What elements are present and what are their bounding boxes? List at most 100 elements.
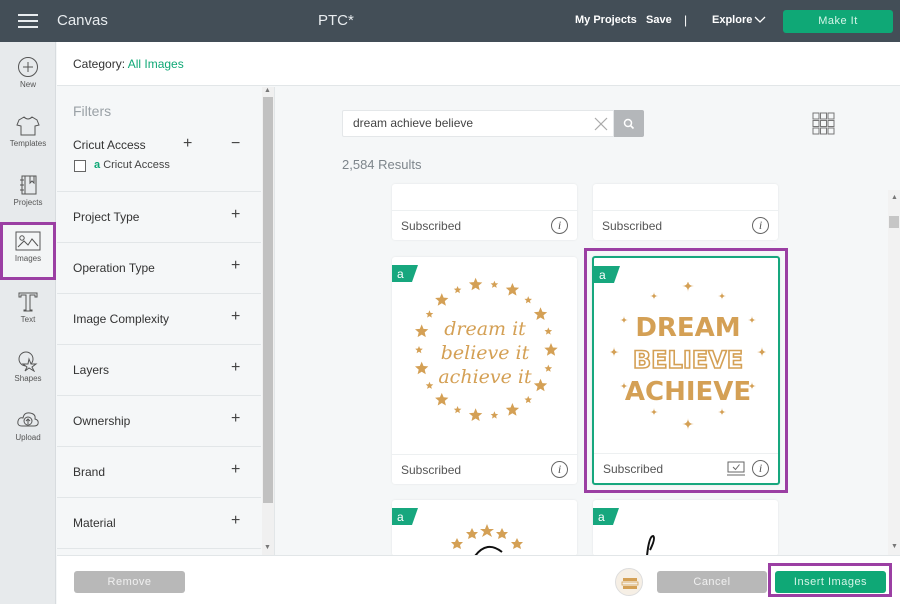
category-bar: Category: All Images	[57, 42, 900, 86]
plus-icon: +	[231, 206, 241, 223]
hamburger-menu-icon[interactable]	[18, 14, 38, 28]
cricut-access-heading: Cricut Access	[73, 138, 146, 152]
stars-script-artwork	[451, 524, 523, 556]
nav-text[interactable]: Text	[0, 283, 56, 341]
cricut-access-badge-icon: a	[593, 508, 619, 525]
selected-image-thumbnail[interactable]	[615, 568, 643, 596]
sparkle-decoration	[757, 347, 766, 357]
card-footer: Subscribed i	[594, 453, 778, 483]
star-decoration	[415, 361, 429, 375]
badge-text: a	[598, 510, 605, 524]
scroll-down-arrow-icon[interactable]: ▼	[891, 543, 898, 550]
image-card-dream-it-believe-it[interactable]: a dream it believe it achieve it Subscri…	[392, 257, 577, 484]
filter-image-complexity[interactable]: Image Complexity +	[57, 294, 261, 345]
category-breadcrumb: Category: All Images	[73, 57, 184, 71]
results-scrollbar-track[interactable]	[888, 190, 900, 555]
sparkle-decoration	[682, 418, 694, 430]
card-status: Subscribed	[401, 219, 462, 233]
sparkle-decoration	[718, 292, 726, 300]
filter-project-type[interactable]: Project Type +	[57, 192, 261, 243]
filters-scrollbar-thumb[interactable]	[263, 97, 273, 503]
image-card[interactable]: Subscribed i	[392, 184, 577, 240]
star-decoration	[425, 310, 434, 318]
chevron-down-icon[interactable]	[753, 14, 767, 24]
cricut-access-collapse-icon[interactable]: −	[231, 135, 240, 153]
filter-ownership[interactable]: Ownership +	[57, 396, 261, 447]
cricut-access-badge-icon: a	[594, 266, 620, 283]
star-decoration	[533, 378, 548, 392]
scroll-down-arrow-icon[interactable]: ▼	[264, 544, 271, 551]
info-icon[interactable]: i	[752, 460, 769, 477]
top-bar: Canvas PTC* My Projects Save | Explore M…	[0, 0, 900, 42]
artwork-line-3: achieve it	[438, 366, 532, 388]
filters-title: Filters	[73, 103, 112, 119]
image-card-dream-believe-achieve[interactable]: a DREAM BELIEVE ACHIEVE Subscribed i	[592, 256, 780, 485]
cricut-access-logo-icon: a	[94, 159, 101, 171]
search-box	[342, 110, 614, 137]
image-card[interactable]: a	[392, 500, 577, 556]
nav-shapes[interactable]: Shapes	[0, 342, 56, 400]
sparkle-decoration	[650, 408, 658, 416]
separator: |	[684, 13, 688, 27]
artwork-line-2: BELIEVE	[633, 346, 743, 374]
save-link[interactable]: Save	[646, 14, 672, 26]
card-footer: Subscribed i	[593, 210, 778, 240]
category-value-link[interactable]: All Images	[128, 57, 184, 71]
scroll-up-arrow-icon[interactable]: ▲	[891, 194, 898, 201]
nav-projects[interactable]: Projects	[0, 166, 56, 224]
cricut-access-checkbox[interactable]	[74, 160, 86, 172]
image-card[interactable]: Subscribed i	[593, 184, 778, 240]
search-input[interactable]	[353, 116, 583, 130]
filter-name: Operation Type	[73, 261, 155, 275]
explore-menu[interactable]: Explore	[712, 14, 752, 26]
dream-it-believe-it-achieve-it-artwork: dream it believe it achieve it	[415, 277, 558, 421]
nav-images[interactable]: Images	[0, 222, 56, 280]
info-icon[interactable]: i	[551, 217, 568, 234]
filter-operation-type[interactable]: Operation Type +	[57, 243, 261, 294]
make-it-button[interactable]: Make It	[783, 10, 893, 33]
sparkle-decoration	[682, 282, 694, 292]
artwork-line-2: believe it	[441, 342, 530, 364]
card-footer: Subscribed i	[392, 454, 577, 484]
plus-icon: +	[231, 512, 241, 529]
filter-material[interactable]: Material +	[57, 498, 261, 549]
star-decoration	[533, 307, 548, 320]
star-decoration	[468, 408, 483, 421]
plus-icon: +	[231, 308, 241, 325]
artwork-line-1: DREAM	[635, 313, 740, 343]
badge-text: a	[397, 510, 404, 524]
preview-checkmark-icon[interactable]	[727, 461, 745, 476]
star-decoration	[415, 324, 429, 338]
scroll-up-arrow-icon[interactable]: ▲	[264, 87, 271, 94]
star-decoration	[453, 406, 462, 414]
nav-templates-label: Templates	[9, 139, 47, 148]
star-decoration	[468, 277, 483, 291]
sparkle-decoration	[610, 347, 619, 357]
star-decoration	[505, 403, 520, 416]
nav-upload[interactable]: Upload	[0, 401, 56, 459]
star-decoration	[544, 327, 553, 335]
cancel-button[interactable]: Cancel	[657, 571, 767, 593]
shapes-icon	[18, 351, 38, 372]
results-scrollbar-thumb[interactable]	[889, 216, 899, 228]
clear-search-icon[interactable]	[593, 116, 609, 132]
image-card[interactable]: a	[593, 500, 778, 556]
filter-brand[interactable]: Brand +	[57, 447, 261, 498]
plus-icon: +	[231, 257, 241, 274]
remove-button[interactable]: Remove	[74, 571, 185, 593]
my-projects-link[interactable]: My Projects	[575, 14, 637, 26]
card-status: Subscribed	[602, 219, 663, 233]
grid-view-icon[interactable]	[812, 112, 835, 135]
filter-name: Material	[73, 516, 116, 530]
nav-templates[interactable]: Templates	[0, 107, 56, 165]
card-status: Subscribed	[603, 462, 664, 476]
search-button[interactable]	[614, 110, 644, 137]
info-icon[interactable]: i	[551, 461, 568, 478]
filter-name: Project Type	[73, 210, 140, 224]
star-decoration	[435, 392, 449, 406]
cricut-access-expand-icon[interactable]: +	[183, 135, 192, 153]
nav-new[interactable]: New	[0, 48, 56, 106]
sparkle-decoration	[650, 292, 658, 300]
filter-layers[interactable]: Layers +	[57, 345, 261, 396]
info-icon[interactable]: i	[752, 217, 769, 234]
